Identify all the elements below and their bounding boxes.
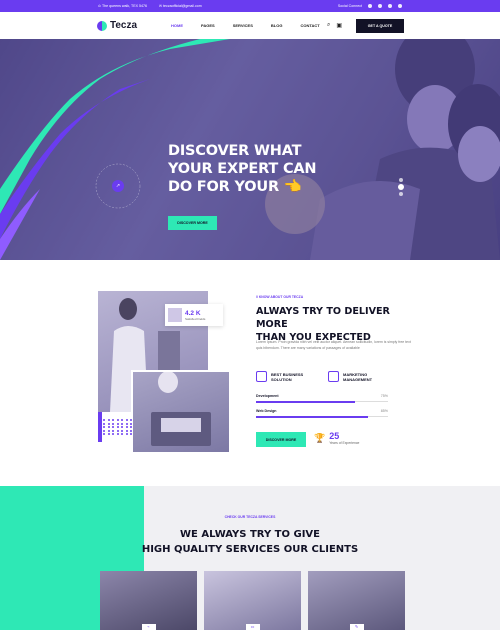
dot-pattern: [103, 419, 133, 435]
slider-dot-3[interactable]: [399, 192, 403, 196]
about-discover-button[interactable]: DISCOVER MORE: [256, 432, 306, 447]
hero-title-line-1: DISCOVER WHAT: [168, 143, 302, 159]
logo-mark-icon: [97, 20, 107, 31]
slider-dot-2[interactable]: [399, 185, 403, 189]
cart-icon[interactable]: ▣: [336, 22, 342, 29]
services-title: WE ALWAYS TRY TO GIVE HIGH QUALITY SERVI…: [0, 527, 500, 557]
about-paragraph: Lorem Ipsum. Proin gravida nibh vel veli…: [256, 340, 411, 350]
stat-label: Satisfied Fields: [185, 316, 206, 321]
skill-2-percent: 85%: [380, 409, 388, 413]
about-kicker: // KNOW ABOUT OUR TECZA: [256, 295, 304, 299]
main-nav: Tecza HOME PAGES SERVICES BLOG CONTACT ⌕…: [0, 12, 500, 39]
nav-item-blog[interactable]: BLOG: [271, 23, 283, 28]
feature-marketing-management: MARKETING MANAGEMENT: [328, 371, 372, 382]
service-2-icon: ▭: [245, 624, 260, 630]
years-experience: 🏆 25 Years of Experience: [314, 431, 359, 445]
instagram-icon[interactable]: [378, 4, 382, 8]
slider-dot-1[interactable]: [399, 178, 403, 182]
feature-1-line-2: SOLUTION: [271, 376, 292, 382]
social-connect-label: Social Connect: [337, 4, 362, 8]
skill-development: Development 75%: [256, 394, 388, 403]
hero-title: DISCOVER WHAT YOUR EXPERT CAN DO FOR YOU…: [168, 142, 338, 196]
nav-item-contact[interactable]: CONTACT: [300, 23, 319, 28]
marketing-icon: [328, 371, 339, 382]
avatar: [168, 308, 182, 322]
skill-web-design: Web Design 85%: [256, 409, 388, 418]
email-link[interactable]: ✉ teczaofficial@gmail.com: [159, 4, 202, 8]
hero-section: ↗ DISCOVER WHAT YOUR EXPERT CAN DO FOR Y…: [0, 39, 500, 260]
hero-title-line-3: DO FOR YOUR: [168, 179, 279, 195]
satisfied-clients-card: 4.2 K Satisfied Fields: [165, 304, 223, 326]
email-value: teczaofficial@gmail.com: [163, 4, 202, 8]
top-bar: ⊙ The queens walk, TEX 5476 ✉ teczaoffic…: [0, 0, 500, 12]
nav-item-services[interactable]: SERVICES: [233, 23, 253, 28]
service-card-1[interactable]: ⌁: [100, 571, 197, 630]
accent-bar: [98, 412, 102, 442]
pinterest-icon[interactable]: [398, 4, 402, 8]
services-title-line-1: WE ALWAYS TRY TO GIVE: [180, 529, 320, 540]
search-icon[interactable]: ⌕: [327, 22, 330, 29]
feature-1-line-1: BEST BUSINESS: [271, 371, 304, 377]
years-label: Years of Experience: [329, 441, 360, 445]
twitter-icon[interactable]: [388, 4, 392, 8]
nav-item-home[interactable]: HOME: [171, 23, 183, 28]
business-solution-icon: [256, 371, 267, 382]
hand-emoji-icon: 👈: [283, 179, 302, 195]
rotating-badge: ↗: [92, 160, 144, 212]
get-quote-button[interactable]: GET A QUOTE: [356, 18, 404, 33]
skill-1-name: Development: [256, 394, 279, 398]
badge-arrow-icon: ↗: [112, 180, 124, 192]
service-card-3[interactable]: ✎: [308, 571, 405, 630]
about-image-laptop: [131, 370, 231, 454]
service-card-2[interactable]: ▭: [204, 571, 301, 630]
logo-text: Tecza: [110, 20, 138, 31]
years-value: 25: [329, 431, 340, 441]
service-3-icon: ✎: [349, 624, 364, 630]
about-section: [0, 260, 500, 485]
trophy-icon: 🏆: [314, 432, 326, 443]
skill-2-name: Web Design: [256, 409, 277, 413]
service-1-icon: ⌁: [141, 624, 156, 630]
skill-1-bar: [256, 400, 355, 403]
site-logo[interactable]: Tecza: [97, 20, 167, 31]
services-kicker: CHECK OUR TECZA SERVICES: [224, 515, 276, 519]
services-title-line-2: HIGH QUALITY SERVICES OUR CLIENTS: [141, 544, 359, 555]
about-title-line-1: ALWAYS TRY TO DELIVER MORE: [256, 306, 390, 330]
laptop-illustration: [151, 371, 211, 446]
feature-business-solution: BEST BUSINESS SOLUTION: [256, 371, 303, 382]
address-text: ⊙ The queens walk, TEX 5476: [98, 4, 148, 8]
hero-title-line-2: YOUR EXPERT CAN: [168, 161, 317, 177]
skill-2-bar: [256, 415, 369, 418]
nav-item-pages[interactable]: PAGES: [201, 23, 215, 28]
skill-1-percent: 75%: [380, 394, 388, 398]
facebook-icon[interactable]: [368, 4, 372, 8]
feature-2-line-2: MANAGEMENT: [343, 376, 373, 382]
hero-discover-button[interactable]: DISCOVER MORE: [168, 216, 217, 230]
address-value: The queens walk, TEX 5476: [101, 4, 148, 8]
stat-value: 4.2 K: [185, 309, 201, 317]
slider-dots: [399, 178, 403, 196]
